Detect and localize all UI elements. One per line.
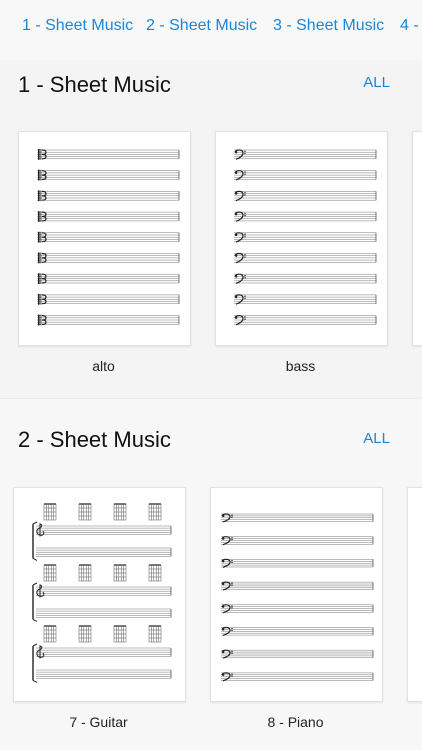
chord-diagram	[78, 564, 92, 582]
card-caption: 7 - Guitar	[69, 714, 128, 730]
tab-sheet-music-2[interactable]: 2 - Sheet Music	[146, 17, 257, 35]
staff	[234, 170, 377, 181]
staff	[221, 513, 374, 523]
staff-paper-preview	[221, 513, 374, 682]
staff	[36, 584, 172, 598]
staff	[37, 273, 180, 284]
staff	[221, 536, 374, 546]
staff	[37, 149, 180, 160]
sheet-card-piano[interactable]	[210, 487, 383, 702]
staff	[234, 149, 377, 160]
staff	[37, 293, 180, 305]
section-sheet-music-1: 1 - Sheet Music ALL alto bass	[0, 60, 422, 398]
chord-diagram	[148, 503, 162, 521]
chord-diagram	[43, 625, 57, 643]
system-bracket	[32, 643, 38, 683]
chord-diagram	[113, 564, 127, 582]
chord-diagram	[43, 564, 57, 582]
staff	[234, 314, 377, 326]
staff	[37, 190, 180, 202]
staff	[36, 547, 172, 557]
card-caption: bass	[285, 358, 316, 374]
staff	[234, 294, 377, 305]
staff	[37, 252, 180, 264]
sheet-card-alto[interactable]	[18, 131, 191, 346]
tab-sheet-music-3[interactable]: 3 - Sheet Music	[273, 17, 384, 35]
staff	[221, 558, 374, 568]
staff	[221, 649, 374, 659]
chord-diagram	[43, 503, 57, 521]
staff	[234, 232, 377, 243]
card-caption: 8 - Piano	[267, 714, 324, 730]
top-tab-bar: 1 - Sheet Music 2 - Sheet Music 3 - Shee…	[0, 0, 422, 60]
sheet-card-bass[interactable]	[215, 131, 388, 346]
staff	[37, 314, 180, 326]
card-caption: alto	[92, 358, 115, 374]
staff	[234, 273, 377, 285]
tab-sheet-music-4[interactable]: 4 - Sheet Music	[400, 17, 422, 35]
staff	[36, 523, 172, 537]
view-all-button[interactable]: ALL	[363, 74, 390, 91]
section-title: 2 - Sheet Music	[18, 427, 171, 452]
staff	[234, 190, 377, 202]
staff	[36, 645, 172, 659]
sheet-card-partial[interactable]	[407, 487, 422, 702]
chord-diagram	[148, 564, 162, 582]
chord-diagram	[78, 503, 92, 521]
staff-paper-preview	[37, 149, 180, 326]
staff-paper-preview	[234, 149, 377, 326]
guitar-tab-preview	[32, 503, 172, 683]
staff	[221, 604, 374, 614]
tab-sheet-music-1[interactable]: 1 - Sheet Music	[22, 17, 133, 35]
staff	[37, 231, 180, 243]
sheet-card-partial[interactable]	[412, 131, 422, 346]
staff	[221, 581, 374, 591]
system-bracket	[32, 582, 38, 622]
section-title: 1 - Sheet Music	[18, 72, 171, 97]
chord-diagram	[113, 625, 127, 643]
staff	[234, 252, 377, 264]
chord-diagram	[113, 503, 127, 521]
system-bracket	[32, 521, 38, 561]
staff	[37, 211, 180, 222]
staff	[221, 626, 374, 637]
staff	[221, 672, 374, 682]
chord-diagram	[78, 625, 92, 643]
staff	[36, 669, 172, 679]
chord-diagram	[148, 625, 162, 643]
staff	[37, 169, 180, 181]
section-sheet-music-2: 2 - Sheet Music ALL 7 - Guitar 8 - Piano	[0, 399, 422, 750]
staff	[36, 608, 172, 618]
view-all-button[interactable]: ALL	[363, 430, 390, 447]
staff	[234, 211, 377, 222]
sheet-card-guitar[interactable]	[13, 487, 186, 702]
